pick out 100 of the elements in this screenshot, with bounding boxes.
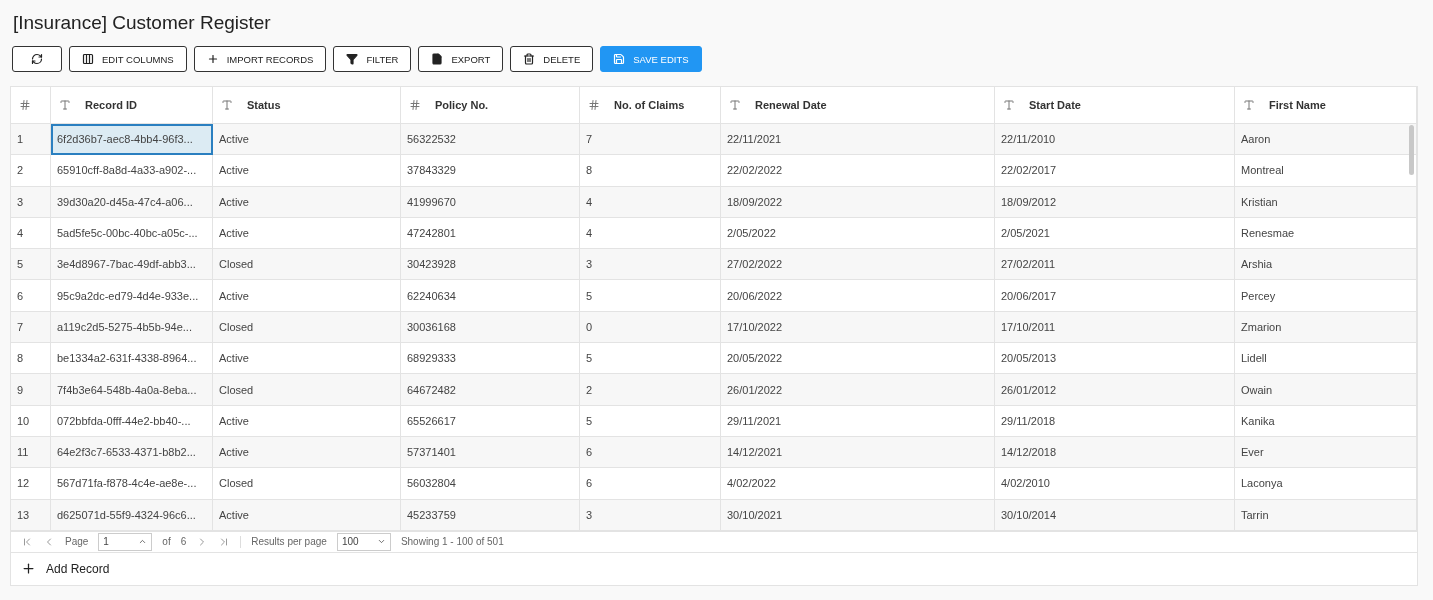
table-cell[interactable]: 27/02/2011	[995, 249, 1235, 281]
table-cell[interactable]: 22/11/2021	[721, 124, 995, 156]
table-cell[interactable]: 30036168	[401, 311, 580, 344]
toolbar-button[interactable]: EXPORT	[418, 46, 504, 72]
table-cell[interactable]: 5ad5fe5c-00bc-40bc-a05c-...	[51, 217, 213, 250]
table-cell[interactable]: 68929333	[401, 343, 580, 375]
table-cell[interactable]: 5	[580, 405, 721, 437]
table-cell[interactable]: Active	[213, 217, 401, 250]
table-cell[interactable]: 29/11/2018	[995, 405, 1235, 437]
refresh-button[interactable]	[12, 46, 62, 72]
table-cell[interactable]: Active	[213, 155, 401, 187]
table-cell[interactable]: 22/02/2017	[995, 155, 1235, 187]
table-cell[interactable]: 17/10/2022	[721, 311, 995, 344]
table-cell[interactable]: 30/10/2021	[721, 499, 995, 531]
table-cell[interactable]: Active	[213, 436, 401, 469]
table-cell[interactable]: 3	[580, 249, 721, 281]
table-cell[interactable]: Closed	[213, 249, 401, 281]
table-cell[interactable]: be1334a2-631f-4338-8964...	[51, 343, 213, 375]
table-cell[interactable]: 64e2f3c7-6533-4371-b8b2...	[51, 436, 213, 469]
table-cell[interactable]: Active	[213, 186, 401, 218]
table-cell[interactable]: 47242801	[401, 217, 580, 250]
table-cell[interactable]: Laconya	[1235, 468, 1417, 500]
table-cell[interactable]: 2/05/2022	[721, 217, 995, 250]
table-cell[interactable]: 6f2d36b7-aec8-4bb4-96f3...	[51, 124, 213, 156]
table-cell[interactable]: 62240634	[401, 280, 580, 312]
table-cell[interactable]: 95c9a2dc-ed79-4d4e-933e...	[51, 280, 213, 312]
table-cell[interactable]: 5	[580, 343, 721, 375]
table-cell[interactable]: Zmarion	[1235, 311, 1417, 344]
table-cell[interactable]: 5	[580, 280, 721, 312]
table-cell[interactable]: 567d71fa-f878-4c4e-ae8e-...	[51, 468, 213, 500]
table-cell[interactable]: 37843329	[401, 155, 580, 187]
table-cell[interactable]: 18/09/2012	[995, 186, 1235, 218]
table-cell[interactable]: Closed	[213, 468, 401, 500]
table-cell[interactable]: 6	[580, 436, 721, 469]
table-cell[interactable]: Active	[213, 499, 401, 531]
table-cell[interactable]: 56322532	[401, 124, 580, 156]
table-cell[interactable]: Kristian	[1235, 186, 1417, 218]
toolbar-button[interactable]: DELETE	[510, 46, 594, 72]
add-record-button[interactable]: Add Record	[10, 552, 1418, 586]
table-cell[interactable]: 2	[580, 374, 721, 406]
table-cell[interactable]: 072bbfda-0fff-44e2-bb40-...	[51, 405, 213, 437]
table-cell[interactable]: 56032804	[401, 468, 580, 500]
table-cell[interactable]: 4/02/2022	[721, 468, 995, 500]
table-cell[interactable]: d625071d-55f9-4324-96c6...	[51, 499, 213, 531]
table-cell[interactable]: Active	[213, 343, 401, 375]
table-cell[interactable]: Percey	[1235, 280, 1417, 312]
table-cell[interactable]: 4	[580, 217, 721, 250]
table-cell[interactable]: Lidell	[1235, 343, 1417, 375]
table-cell[interactable]: 14/12/2021	[721, 436, 995, 469]
table-cell[interactable]: 65910cff-8a8d-4a33-a902-...	[51, 155, 213, 187]
table-cell[interactable]: Active	[213, 280, 401, 312]
table-cell[interactable]: Ever	[1235, 436, 1417, 469]
table-cell[interactable]: 3	[580, 499, 721, 531]
table-cell[interactable]: 6	[580, 468, 721, 500]
table-cell[interactable]: 26/01/2012	[995, 374, 1235, 406]
table-cell[interactable]: 4	[580, 186, 721, 218]
toolbar-button[interactable]: IMPORT RECORDS	[193, 46, 327, 72]
table-cell[interactable]: 20/06/2017	[995, 280, 1235, 312]
table-cell[interactable]: 45233759	[401, 499, 580, 531]
table-cell[interactable]: 17/10/2011	[995, 311, 1235, 344]
table-cell[interactable]: 7	[580, 124, 721, 156]
table-cell[interactable]: 30423928	[401, 249, 580, 281]
table-cell[interactable]: Active	[213, 124, 401, 156]
table-cell[interactable]: Arshia	[1235, 249, 1417, 281]
table-cell[interactable]: 39d30a20-d45a-47c4-a06...	[51, 186, 213, 218]
table-cell[interactable]: 8	[580, 155, 721, 187]
table-cell[interactable]: Montreal	[1235, 155, 1417, 187]
table-cell[interactable]: a119c2d5-5275-4b5b-94e...	[51, 311, 213, 344]
table-cell[interactable]: 20/05/2013	[995, 343, 1235, 375]
scrollbar-thumb[interactable]	[1409, 125, 1414, 175]
table-cell[interactable]: 0	[580, 311, 721, 344]
table-cell[interactable]: Aaron	[1235, 124, 1417, 156]
table-cell[interactable]: 41999670	[401, 186, 580, 218]
table-cell[interactable]: 65526617	[401, 405, 580, 437]
table-cell[interactable]: 18/09/2022	[721, 186, 995, 218]
table-cell[interactable]: 30/10/2014	[995, 499, 1235, 531]
page-input[interactable]: 1	[98, 532, 153, 551]
table-cell[interactable]: 26/01/2022	[721, 374, 995, 406]
toolbar-button[interactable]: FILTER	[333, 46, 412, 72]
first-page-icon[interactable]	[21, 535, 33, 548]
table-cell[interactable]: 27/02/2022	[721, 249, 995, 281]
table-cell[interactable]: Active	[213, 405, 401, 437]
per-page-select[interactable]: 100	[336, 532, 391, 551]
table-cell[interactable]: Closed	[213, 311, 401, 344]
table-cell[interactable]: 14/12/2018	[995, 436, 1235, 469]
table-cell[interactable]: 3e4d8967-7bac-49df-abb3...	[51, 249, 213, 281]
table-cell[interactable]: Tarrin	[1235, 499, 1417, 531]
table-cell[interactable]: 20/05/2022	[721, 343, 995, 375]
table-cell[interactable]: 22/02/2022	[721, 155, 995, 187]
table-cell[interactable]: 7f4b3e64-548b-4a0a-8eba...	[51, 374, 213, 406]
table-cell[interactable]: 2/05/2021	[995, 217, 1235, 250]
table-cell[interactable]: 29/11/2021	[721, 405, 995, 437]
table-cell[interactable]: 20/06/2022	[721, 280, 995, 312]
table-cell[interactable]: Owain	[1235, 374, 1417, 406]
table-cell[interactable]: Kanika	[1235, 405, 1417, 437]
table-cell[interactable]: 22/11/2010	[995, 124, 1235, 156]
table-cell[interactable]: 64672482	[401, 374, 580, 406]
table-cell[interactable]: 4/02/2010	[995, 468, 1235, 500]
table-cell[interactable]: Renesmae	[1235, 217, 1417, 250]
toolbar-button[interactable]: EDIT COLUMNS	[69, 46, 187, 72]
